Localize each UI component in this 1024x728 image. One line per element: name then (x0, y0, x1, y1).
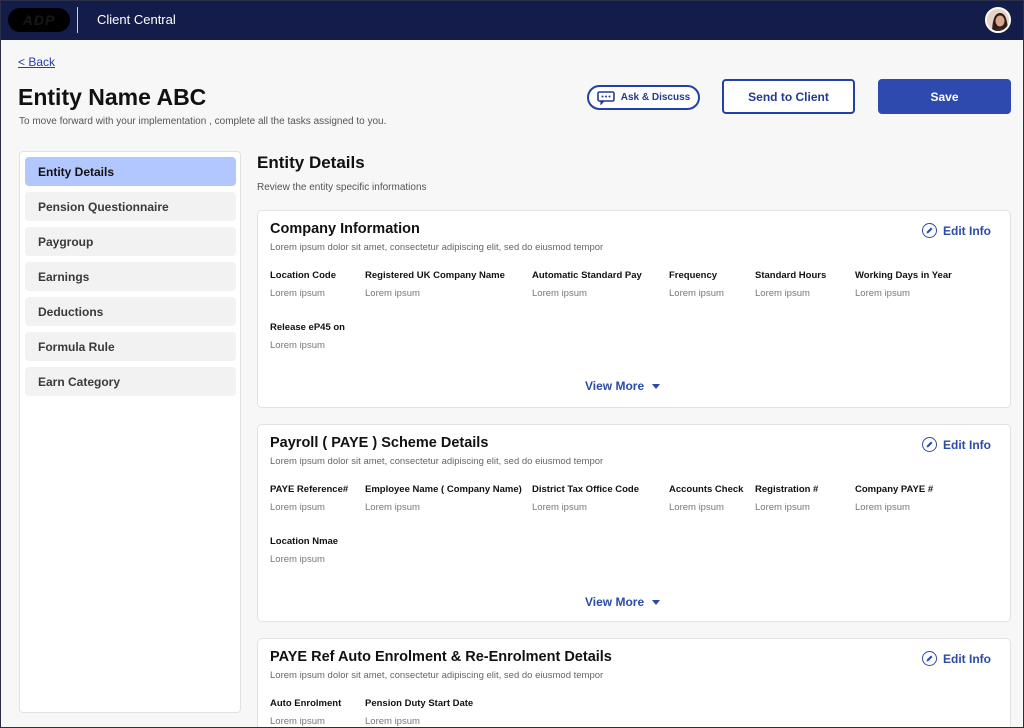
sidebar-item-earnings[interactable]: Earnings (25, 262, 236, 291)
pencil-icon (922, 651, 937, 666)
field-frequency: Frequency Lorem ipsum (669, 270, 724, 299)
field-standard-hours: Standard Hours Lorem ipsum (755, 270, 827, 299)
ask-discuss-button[interactable]: Ask & Discuss (587, 85, 700, 110)
edit-info-button[interactable]: Edit Info (922, 223, 991, 238)
save-button[interactable]: Save (878, 79, 1011, 114)
section-title: Entity Details (257, 153, 365, 172)
header-divider (77, 7, 78, 33)
field-auto-enrolment: Auto Enrolment Lorem ipsum (270, 698, 342, 727)
card-title: Company Information (270, 221, 420, 237)
send-to-client-button[interactable]: Send to Client (722, 79, 855, 114)
field-registration-number: Registration # Lorem ipsum (755, 484, 819, 513)
pencil-icon (922, 223, 937, 238)
field-automatic-standard-pay: Automatic Standard Pay Lorem ipsum (532, 270, 642, 299)
edit-info-button[interactable]: Edit Info (922, 651, 991, 666)
card-title: PAYE Ref Auto Enrolment & Re-Enrolment D… (270, 649, 612, 665)
sidebar-item-deductions[interactable]: Deductions (25, 297, 236, 326)
caret-down-icon (652, 599, 661, 605)
section-subtitle: Review the entity specific informations (257, 182, 427, 193)
sidebar-item-paygroup[interactable]: Paygroup (25, 227, 236, 256)
top-bar: ADP Client Central (0, 0, 1024, 40)
field-location-name: Location Nmae Lorem ipsum (270, 536, 339, 565)
field-registered-uk-company-name: Registered UK Company Name Lorem ipsum (365, 270, 505, 299)
field-release-ep45-on: Release eP45 on Lorem ipsum (270, 322, 345, 351)
field-location-code: Location Code Lorem ipsum (270, 270, 336, 299)
field-company-paye: Company PAYE # Lorem ipsum (855, 484, 934, 513)
sidebar-item-entity-details[interactable]: Entity Details (25, 157, 236, 186)
field-accounts-check: Accounts Check Lorem ipsum (669, 484, 744, 513)
sidebar-item-earn-category[interactable]: Earn Category (25, 367, 236, 396)
edit-info-button[interactable]: Edit Info (922, 437, 991, 452)
view-more-button[interactable]: View More (585, 379, 661, 393)
page-subtitle: To move forward with your implementation… (19, 116, 387, 127)
card-title: Payroll ( PAYE ) Scheme Details (270, 435, 489, 451)
company-logo[interactable]: ADP (8, 8, 70, 32)
page-title: Entity Name ABC (18, 84, 207, 110)
app-title: Client Central (97, 12, 176, 27)
company-information-card: Company Information Lorem ipsum dolor si… (257, 210, 1011, 408)
caret-down-icon (652, 383, 661, 389)
pencil-icon (922, 437, 937, 452)
card-description: Lorem ipsum dolor sit amet, consectetur … (270, 456, 604, 467)
view-more-button[interactable]: View More (585, 595, 661, 609)
payroll-scheme-card: Payroll ( PAYE ) Scheme Details Lorem ip… (257, 424, 1011, 622)
field-employee-name: Employee Name ( Company Name) Lorem ipsu… (365, 484, 522, 513)
sidebar-item-pension-questionnaire[interactable]: Pension Questionnaire (25, 192, 236, 221)
chat-icon (596, 90, 615, 105)
sidebar-item-formula-rule[interactable]: Formula Rule (25, 332, 236, 361)
back-link[interactable]: < Back (18, 55, 55, 69)
auto-enrolment-card: PAYE Ref Auto Enrolment & Re-Enrolment D… (257, 638, 1011, 728)
card-description: Lorem ipsum dolor sit amet, consectetur … (270, 670, 604, 681)
card-description: Lorem ipsum dolor sit amet, consectetur … (270, 242, 604, 253)
sidebar: Entity Details Pension Questionnaire Pay… (19, 151, 241, 713)
avatar-image (987, 9, 1009, 31)
field-paye-reference: PAYE Reference# Lorem ipsum (270, 484, 349, 513)
field-working-days-in-year: Working Days in Year Lorem ipsum (855, 270, 952, 299)
field-district-tax-office-code: District Tax Office Code Lorem ipsum (532, 484, 639, 513)
field-pension-duty-start-date: Pension Duty Start Date Lorem ipsum (365, 698, 474, 727)
user-avatar[interactable] (985, 7, 1011, 33)
